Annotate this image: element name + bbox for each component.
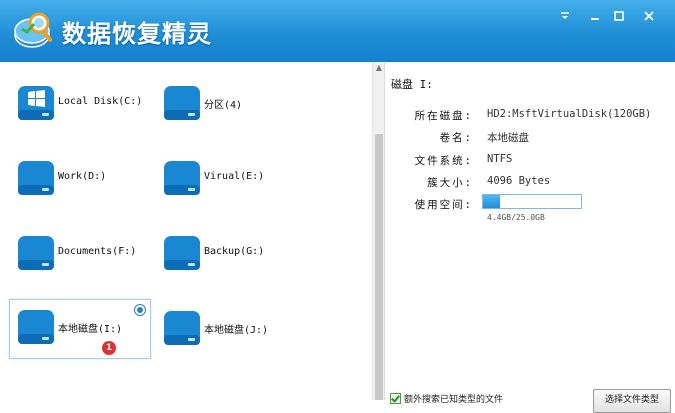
drive-icon: [164, 236, 200, 270]
drive-label: Documents(F:): [58, 246, 137, 257]
drive-label: 分区(4): [204, 100, 243, 111]
step-badge: 1: [102, 341, 116, 355]
close-button[interactable]: [637, 5, 661, 27]
drive-item-e[interactable]: Virual(E:): [156, 151, 296, 209]
close-icon: [644, 11, 654, 21]
drive-label: 本地磁盘(J:): [204, 325, 269, 336]
extra-search-label: 额外搜索已知类型的文件: [404, 395, 504, 405]
info-value: 本地磁盘: [487, 132, 529, 144]
drive-list: Local Disk(C:) 分区(4) Work(D:) Virual(E:): [0, 62, 372, 400]
drive-item-f[interactable]: Documents(F:): [10, 226, 150, 284]
info-value: 4096 Bytes: [487, 175, 551, 187]
scroll-up-arrow-icon[interactable]: ▲: [375, 64, 383, 72]
minimize-window-button[interactable]: [583, 5, 607, 27]
select-file-types-button[interactable]: 选择文件类型: [593, 389, 671, 413]
info-label: 文件系统:: [414, 155, 473, 167]
minimize-icon: [561, 12, 569, 19]
usage-progress-bar: [482, 194, 582, 209]
maximize-button[interactable]: [607, 5, 631, 27]
drive-item-i[interactable]: 本地磁盘(I:) 1: [9, 299, 151, 359]
info-label: 所在磁盘:: [414, 110, 473, 122]
extra-search-checkbox[interactable]: [390, 393, 401, 404]
maximize-icon: [614, 11, 624, 21]
info-row-volume: 卷名: 本地磁盘: [385, 130, 675, 148]
dash-icon: [591, 18, 599, 20]
usage-text: 4.4GB/25.0GB: [487, 213, 545, 222]
extra-search-option[interactable]: 额外搜索已知类型的文件: [390, 392, 590, 406]
disk-details-panel: 磁盘 I: 所在磁盘: HD2:MsftVirtualDisk(120GB) 卷…: [384, 62, 675, 400]
drive-icon: [164, 161, 200, 195]
drive-label: Local Disk(C:): [58, 96, 143, 107]
drive-label: Virual(E:): [204, 171, 265, 182]
drive-label: Backup(G:): [204, 246, 265, 257]
app-title: 数据恢复精灵: [62, 20, 212, 48]
drive-item-partition-4[interactable]: 分区(4): [156, 76, 296, 134]
app-logo-icon: [14, 12, 53, 48]
info-label: 使用空间:: [414, 199, 473, 211]
info-value: HD2:MsftVirtualDisk(120GB): [487, 108, 652, 120]
info-value: NTFS: [487, 153, 513, 165]
drive-icon: [18, 310, 54, 344]
drive-label: 本地磁盘(I:): [58, 324, 123, 335]
details-title: 磁盘 I:: [391, 78, 433, 91]
title-bar: 数据恢复精灵: [0, 0, 675, 62]
drive-label: Work(D:): [58, 171, 107, 182]
info-row-filesystem: 文件系统: NTFS: [385, 153, 675, 171]
drive-item-j[interactable]: 本地磁盘(J:): [156, 301, 296, 359]
drive-item-c[interactable]: Local Disk(C:): [10, 76, 150, 134]
usage-progress-fill: [483, 195, 501, 208]
drive-icon: [18, 161, 54, 195]
info-row-cluster-size: 簇大小: 4096 Bytes: [385, 175, 675, 193]
minimize-button[interactable]: [553, 5, 577, 27]
info-label: 卷名:: [439, 132, 473, 144]
drive-item-d[interactable]: Work(D:): [10, 151, 150, 209]
drive-icon: [18, 236, 54, 270]
selected-radio-icon[interactable]: [134, 304, 146, 316]
windows-drive-icon: [18, 86, 54, 120]
drive-item-g[interactable]: Backup(G:): [156, 226, 296, 284]
info-row-disk: 所在磁盘: HD2:MsftVirtualDisk(120GB): [385, 108, 675, 126]
scroll-thumb[interactable]: [375, 134, 383, 400]
drive-icon: [164, 86, 200, 120]
drive-icon: [164, 311, 200, 345]
info-label: 簇大小:: [427, 177, 473, 189]
